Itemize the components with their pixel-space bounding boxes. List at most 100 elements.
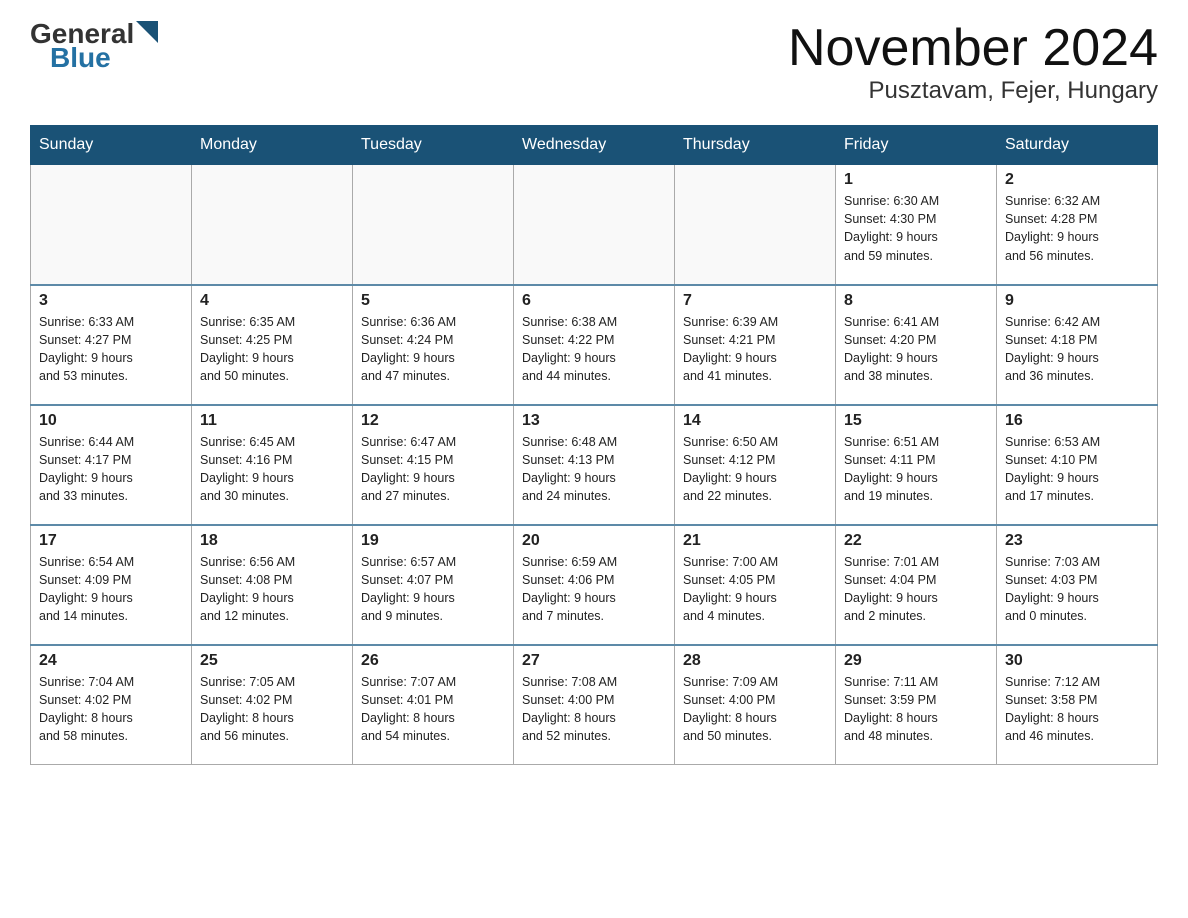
calendar-day-cell: 21 Sunrise: 7:00 AM Sunset: 4:05 PM Dayli… (675, 525, 836, 645)
day-info: Sunrise: 7:12 AM Sunset: 3:58 PM Dayligh… (1005, 673, 1149, 746)
day-number: 3 (39, 292, 183, 310)
logo: General Blue (30, 20, 158, 74)
weekday-header-saturday: Saturday (997, 126, 1158, 165)
day-info: Sunrise: 6:45 AM Sunset: 4:16 PM Dayligh… (200, 433, 344, 506)
day-info: Sunrise: 6:51 AM Sunset: 4:11 PM Dayligh… (844, 433, 988, 506)
day-info: Sunrise: 7:00 AM Sunset: 4:05 PM Dayligh… (683, 553, 827, 626)
calendar-day-cell: 10 Sunrise: 6:44 AM Sunset: 4:17 PM Dayli… (31, 405, 192, 525)
day-number: 19 (361, 532, 505, 550)
page-header: General Blue November 2024 Pusztavam, Fe… (30, 20, 1158, 105)
day-info: Sunrise: 6:44 AM Sunset: 4:17 PM Dayligh… (39, 433, 183, 506)
day-number: 2 (1005, 171, 1149, 189)
day-info: Sunrise: 6:41 AM Sunset: 4:20 PM Dayligh… (844, 313, 988, 386)
calendar-day-cell: 26 Sunrise: 7:07 AM Sunset: 4:01 PM Dayli… (353, 645, 514, 765)
day-info: Sunrise: 6:59 AM Sunset: 4:06 PM Dayligh… (522, 553, 666, 626)
weekday-header-monday: Monday (192, 126, 353, 165)
day-info: Sunrise: 6:30 AM Sunset: 4:30 PM Dayligh… (844, 192, 988, 265)
day-number: 26 (361, 652, 505, 670)
calendar-day-cell (192, 165, 353, 285)
calendar-table: SundayMondayTuesdayWednesdayThursdayFrid… (30, 125, 1158, 765)
calendar-day-cell: 25 Sunrise: 7:05 AM Sunset: 4:02 PM Dayli… (192, 645, 353, 765)
day-number: 14 (683, 412, 827, 430)
day-info: Sunrise: 7:08 AM Sunset: 4:00 PM Dayligh… (522, 673, 666, 746)
calendar-day-cell (675, 165, 836, 285)
day-info: Sunrise: 6:48 AM Sunset: 4:13 PM Dayligh… (522, 433, 666, 506)
day-number: 12 (361, 412, 505, 430)
day-info: Sunrise: 6:39 AM Sunset: 4:21 PM Dayligh… (683, 313, 827, 386)
calendar-day-cell: 17 Sunrise: 6:54 AM Sunset: 4:09 PM Dayli… (31, 525, 192, 645)
day-number: 28 (683, 652, 827, 670)
calendar-day-cell: 28 Sunrise: 7:09 AM Sunset: 4:00 PM Dayli… (675, 645, 836, 765)
day-info: Sunrise: 6:54 AM Sunset: 4:09 PM Dayligh… (39, 553, 183, 626)
weekday-header-sunday: Sunday (31, 126, 192, 165)
day-info: Sunrise: 7:09 AM Sunset: 4:00 PM Dayligh… (683, 673, 827, 746)
calendar-day-cell: 22 Sunrise: 7:01 AM Sunset: 4:04 PM Dayli… (836, 525, 997, 645)
day-number: 1 (844, 171, 988, 189)
day-number: 11 (200, 412, 344, 430)
day-info: Sunrise: 6:42 AM Sunset: 4:18 PM Dayligh… (1005, 313, 1149, 386)
calendar-day-cell: 3 Sunrise: 6:33 AM Sunset: 4:27 PM Daylig… (31, 285, 192, 405)
calendar-day-cell: 13 Sunrise: 6:48 AM Sunset: 4:13 PM Dayli… (514, 405, 675, 525)
day-number: 29 (844, 652, 988, 670)
day-number: 4 (200, 292, 344, 310)
calendar-week-row: 1 Sunrise: 6:30 AM Sunset: 4:30 PM Daylig… (31, 165, 1158, 285)
calendar-day-cell: 15 Sunrise: 6:51 AM Sunset: 4:11 PM Dayli… (836, 405, 997, 525)
calendar-day-cell: 23 Sunrise: 7:03 AM Sunset: 4:03 PM Dayli… (997, 525, 1158, 645)
logo-blue-text: Blue (50, 42, 111, 73)
calendar-week-row: 17 Sunrise: 6:54 AM Sunset: 4:09 PM Dayli… (31, 525, 1158, 645)
day-info: Sunrise: 7:01 AM Sunset: 4:04 PM Dayligh… (844, 553, 988, 626)
day-number: 15 (844, 412, 988, 430)
calendar-day-cell: 14Sunrise: 6:50 AM Sunset: 4:12 PM Dayli… (675, 405, 836, 525)
calendar-day-cell: 11 Sunrise: 6:45 AM Sunset: 4:16 PM Dayli… (192, 405, 353, 525)
day-number: 21 (683, 532, 827, 550)
day-info: Sunrise: 7:03 AM Sunset: 4:03 PM Dayligh… (1005, 553, 1149, 626)
calendar-day-cell: 6Sunrise: 6:38 AM Sunset: 4:22 PM Daylig… (514, 285, 675, 405)
calendar-day-cell: 19 Sunrise: 6:57 AM Sunset: 4:07 PM Dayli… (353, 525, 514, 645)
day-number: 24 (39, 652, 183, 670)
day-info: Sunrise: 7:04 AM Sunset: 4:02 PM Dayligh… (39, 673, 183, 746)
calendar-day-cell (31, 165, 192, 285)
day-info: Sunrise: 6:56 AM Sunset: 4:08 PM Dayligh… (200, 553, 344, 626)
calendar-day-cell: 4Sunrise: 6:35 AM Sunset: 4:25 PM Daylig… (192, 285, 353, 405)
logo-arrow-icon (136, 21, 158, 43)
day-number: 20 (522, 532, 666, 550)
weekday-header-friday: Friday (836, 126, 997, 165)
day-info: Sunrise: 7:07 AM Sunset: 4:01 PM Dayligh… (361, 673, 505, 746)
day-number: 17 (39, 532, 183, 550)
calendar-day-cell: 7 Sunrise: 6:39 AM Sunset: 4:21 PM Daylig… (675, 285, 836, 405)
day-number: 16 (1005, 412, 1149, 430)
calendar-day-cell: 9 Sunrise: 6:42 AM Sunset: 4:18 PM Daylig… (997, 285, 1158, 405)
day-number: 13 (522, 412, 666, 430)
day-number: 9 (1005, 292, 1149, 310)
calendar-title: November 2024 (788, 20, 1158, 77)
calendar-day-cell: 16 Sunrise: 6:53 AM Sunset: 4:10 PM Dayli… (997, 405, 1158, 525)
day-number: 27 (522, 652, 666, 670)
day-info: Sunrise: 6:33 AM Sunset: 4:27 PM Dayligh… (39, 313, 183, 386)
day-number: 30 (1005, 652, 1149, 670)
day-info: Sunrise: 7:05 AM Sunset: 4:02 PM Dayligh… (200, 673, 344, 746)
calendar-day-cell (353, 165, 514, 285)
day-number: 8 (844, 292, 988, 310)
calendar-day-cell: 12 Sunrise: 6:47 AM Sunset: 4:15 PM Dayli… (353, 405, 514, 525)
day-info: Sunrise: 6:47 AM Sunset: 4:15 PM Dayligh… (361, 433, 505, 506)
day-number: 6 (522, 292, 666, 310)
day-number: 25 (200, 652, 344, 670)
calendar-subtitle: Pusztavam, Fejer, Hungary (788, 77, 1158, 105)
calendar-header-row: SundayMondayTuesdayWednesdayThursdayFrid… (31, 126, 1158, 165)
day-number: 10 (39, 412, 183, 430)
calendar-day-cell: 5Sunrise: 6:36 AM Sunset: 4:24 PM Daylig… (353, 285, 514, 405)
day-info: Sunrise: 7:11 AM Sunset: 3:59 PM Dayligh… (844, 673, 988, 746)
day-info: Sunrise: 6:57 AM Sunset: 4:07 PM Dayligh… (361, 553, 505, 626)
calendar-title-block: November 2024 Pusztavam, Fejer, Hungary (788, 20, 1158, 105)
day-info: Sunrise: 6:53 AM Sunset: 4:10 PM Dayligh… (1005, 433, 1149, 506)
calendar-day-cell: 1 Sunrise: 6:30 AM Sunset: 4:30 PM Daylig… (836, 165, 997, 285)
calendar-day-cell: 29 Sunrise: 7:11 AM Sunset: 3:59 PM Dayli… (836, 645, 997, 765)
weekday-header-thursday: Thursday (675, 126, 836, 165)
calendar-week-row: 3 Sunrise: 6:33 AM Sunset: 4:27 PM Daylig… (31, 285, 1158, 405)
day-number: 22 (844, 532, 988, 550)
weekday-header-wednesday: Wednesday (514, 126, 675, 165)
day-number: 7 (683, 292, 827, 310)
day-number: 23 (1005, 532, 1149, 550)
calendar-week-row: 24 Sunrise: 7:04 AM Sunset: 4:02 PM Dayli… (31, 645, 1158, 765)
weekday-header-tuesday: Tuesday (353, 126, 514, 165)
